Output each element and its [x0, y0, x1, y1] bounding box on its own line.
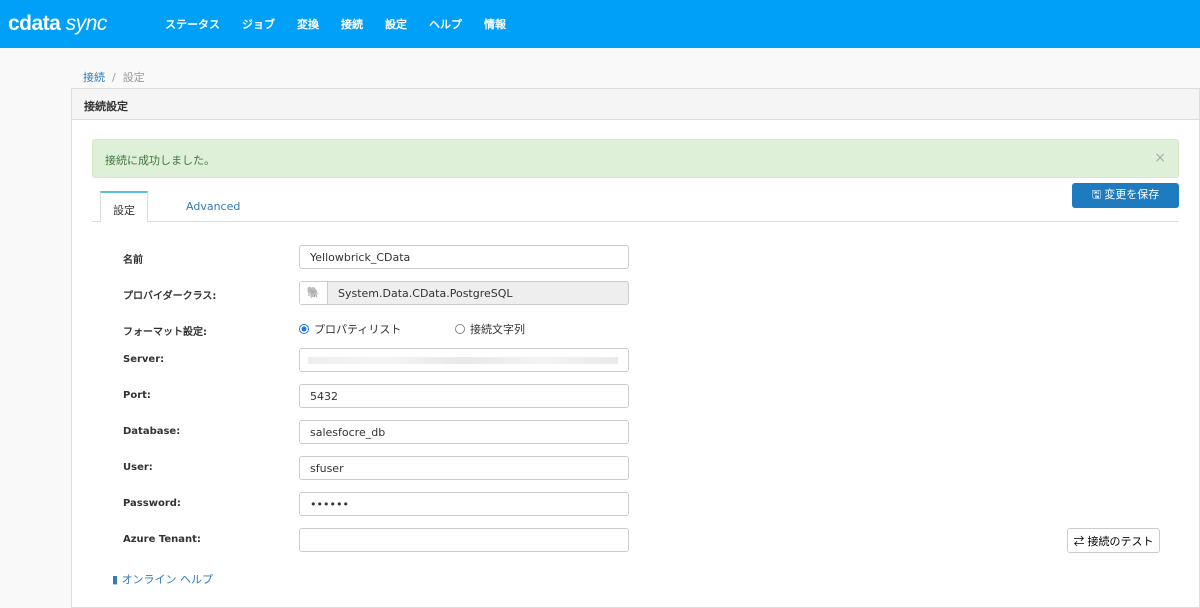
user-row: User: sfuser	[123, 456, 633, 480]
help-label: オンライン ヘルプ	[121, 573, 214, 586]
success-alert: 接続に成功しました。 ×	[92, 139, 1179, 178]
format-row: フォーマット設定: プロパティリスト 接続文字列	[123, 317, 633, 341]
logo[interactable]: cdata sync	[0, 12, 165, 36]
save-button[interactable]: 🖫 変更を保存	[1072, 183, 1179, 208]
azure-tenant-input[interactable]	[299, 528, 629, 552]
breadcrumb-sep: /	[112, 71, 116, 84]
port-input[interactable]: 5432	[299, 384, 629, 408]
provider-label: プロバイダークラス:	[123, 291, 217, 302]
port-label: Port:	[123, 390, 151, 401]
radio-label: 接続文字列	[470, 323, 525, 336]
panel-title: 接続設定	[72, 89, 1199, 120]
nav-jobs[interactable]: ジョブ	[242, 16, 275, 32]
nav-info[interactable]: 情報	[484, 16, 506, 32]
database-label: Database:	[123, 426, 181, 437]
provider-input: 🐘 System.Data.CData.PostgreSQL	[299, 281, 629, 305]
nav-transform[interactable]: 変換	[297, 16, 319, 32]
radio-connection-string[interactable]: 接続文字列	[455, 321, 525, 337]
name-input[interactable]: Yellowbrick_CData	[299, 245, 629, 269]
logo-text: cdata	[8, 12, 61, 35]
logo-sub: sync	[65, 12, 108, 35]
password-label: Password:	[123, 498, 181, 509]
breadcrumb-current: 設定	[122, 71, 145, 84]
alert-message: 接続に成功しました。	[105, 154, 215, 167]
user-input[interactable]: sfuser	[299, 456, 629, 480]
nav-status[interactable]: ステータス	[165, 16, 220, 32]
test-label: 接続のテスト	[1087, 535, 1154, 548]
breadcrumb: 接続 / 設定	[83, 69, 145, 85]
redacted-value	[308, 357, 618, 364]
provider-value: System.Data.CData.PostgreSQL	[338, 287, 513, 300]
name-label: 名前	[123, 255, 143, 266]
server-label: Server:	[123, 354, 165, 365]
radio-property-list[interactable]: プロパティリスト	[299, 321, 401, 337]
online-help-link[interactable]: ▮ オンライン ヘルプ	[112, 571, 213, 587]
port-row: Port: 5432	[123, 384, 633, 408]
swap-icon: ⇄	[1073, 535, 1088, 548]
save-label: 変更を保存	[1104, 189, 1160, 201]
tab-advanced[interactable]: Advanced	[174, 191, 252, 222]
radio-label: プロパティリスト	[314, 323, 402, 336]
tenant-label: Azure Tenant:	[123, 534, 201, 545]
server-input[interactable]	[299, 348, 629, 372]
nav-help[interactable]: ヘルプ	[429, 16, 462, 32]
password-row: Password: ••••••	[123, 492, 633, 516]
database-input[interactable]: salesfocre_db	[299, 420, 629, 444]
tenant-row: Azure Tenant:	[123, 528, 633, 552]
password-input[interactable]: ••••••	[299, 492, 629, 516]
nav-connections[interactable]: 接続	[341, 16, 363, 32]
breadcrumb-connections[interactable]: 接続	[83, 71, 105, 84]
test-connection-button[interactable]: ⇄ 接続のテスト	[1067, 528, 1160, 553]
server-row: Server:	[123, 348, 633, 372]
connection-settings-panel: 接続設定 接続に成功しました。 × 設定 Advanced 🖫 変更を保存 名前…	[71, 88, 1200, 608]
close-icon[interactable]: ×	[1154, 150, 1166, 166]
format-label: フォーマット設定:	[123, 327, 207, 338]
tab-settings[interactable]: 設定	[100, 191, 148, 223]
provider-row: プロバイダークラス: 🐘 System.Data.CData.PostgreSQL	[123, 281, 633, 305]
postgresql-icon: 🐘	[300, 282, 328, 304]
name-row: 名前 Yellowbrick_CData	[123, 245, 633, 269]
database-row: Database: salesfocre_db	[123, 420, 633, 444]
save-icon: 🖫	[1091, 189, 1105, 201]
nav-settings[interactable]: 設定	[385, 16, 407, 32]
top-nav: cdata sync ステータス ジョブ 変換 接続 設定 ヘルプ 情報	[0, 0, 1200, 48]
tabs: 設定 Advanced	[92, 191, 1179, 223]
book-icon: ▮	[112, 573, 122, 586]
user-label: User:	[123, 462, 153, 473]
